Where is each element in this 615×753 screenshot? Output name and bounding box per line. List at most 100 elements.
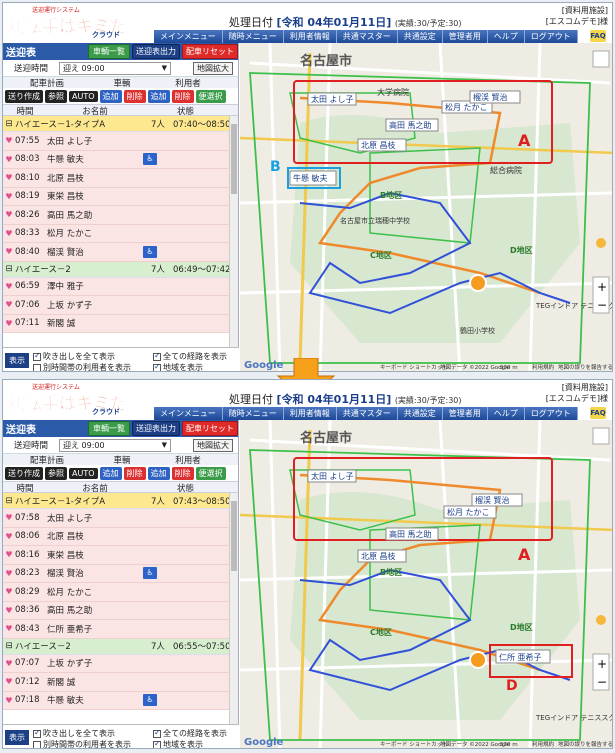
list-item[interactable]: ♥ 07:07 上坂 かず子 [3,654,238,673]
list-item[interactable]: ♥ 08:10 北原 昌枝 [3,169,238,188]
list-item[interactable]: ♥ 08:33 松月 たかこ [3,224,238,243]
list-item[interactable]: ♥ 07:55 太田 よし子 [3,132,238,151]
list-item[interactable]: ♥ 08:16 東栄 昌枝 [3,546,238,565]
reset-button[interactable]: 配車リセット [182,421,238,436]
balloon-kitahara[interactable]: 北原 昌枝 [361,140,396,150]
route-map[interactable]: 名古屋市 大学病院 総合病院 B地区 C地区 D地区 A B TEGインドア テ… [240,43,613,372]
reset-button[interactable]: 配車リセット [182,44,238,59]
list-item[interactable]: ♥ 08:29 松月 たかこ [3,583,238,602]
checkbox-icon[interactable] [153,351,161,361]
auto-button[interactable]: AUTO [69,467,98,479]
balloon-ohta[interactable]: 太田 よし子 [311,94,354,104]
scrollbar[interactable] [229,116,238,370]
opt-balloon[interactable]: 吹き出しを全て表示 [33,728,115,739]
checkbox-icon[interactable] [33,728,41,738]
list-item[interactable]: ♥ 08:23 榴渓 賢治 ♿ [3,564,238,583]
auto-button[interactable]: AUTO [69,90,98,102]
menu-settings[interactable]: 共通設定 [397,30,443,43]
balloon-nisho[interactable]: 仁所 亜希子 [499,652,542,662]
list-item[interactable]: ♥ 07:11 新閣 誠 [3,314,238,333]
scrollbar[interactable] [229,493,238,747]
map-canvas[interactable]: 名古屋市 大学病院 総合病院 B地区 C地区 D地区 A B TEGインドア テ… [240,43,613,372]
menu-master[interactable]: 共通マスター [336,30,398,43]
menu-master[interactable]: 共通マスター [336,407,398,420]
list-item[interactable]: ♥ 07:12 新閣 誠 [3,673,238,692]
menu-adhoc[interactable]: 随時メニュー [222,30,284,43]
balloon-kitahara[interactable]: 北原 昌枝 [361,551,396,561]
user-add-button[interactable]: 追加 [147,89,170,103]
menu-settings[interactable]: 共通設定 [397,407,443,420]
balloon-ohta[interactable]: 太田 よし子 [311,471,354,481]
opt-other-time[interactable]: 別時間帯の利用者を表示 [33,362,131,371]
vehicle-row[interactable]: ⊟ ハイエース－1-タイプA 7人 07:40～08:50 [3,116,238,132]
vehicle-add-button[interactable]: 追加 [99,89,122,103]
list-item[interactable]: ♥ 06:59 澤中 雅子 [3,277,238,296]
menu-admin[interactable]: 管理者用 [442,407,488,420]
reference-button[interactable]: 参照 [45,89,67,103]
route-map[interactable]: 名古屋市 A D B地区 C地区 D地区 TEGインドア テニススクール Goo… [240,420,613,749]
vehicle-row[interactable]: ⊟ ハイエース－2 7人 06:55～07:50 [3,638,238,655]
facility-marker-icon[interactable] [469,274,487,292]
menu-help[interactable]: ヘルプ [487,407,525,420]
zoom-in-icon[interactable]: + [597,280,607,294]
list-item[interactable]: ♥ 08:36 高田 馬之助 [3,601,238,620]
balloon-ryukei[interactable]: 榴渓 賢治 [475,495,510,505]
display-button[interactable]: 表示 [5,730,29,745]
collapse-icon[interactable]: ⊟ [3,641,15,651]
checkbox-icon[interactable] [33,351,41,361]
opt-route[interactable]: 全ての経路を表示 [153,351,227,362]
user-add-button[interactable]: 追加 [147,466,170,480]
balloon-takada[interactable]: 高田 馬之助 [389,120,432,130]
list-item[interactable]: ♥ 07:58 太田 よし子 [3,509,238,528]
checkbox-icon[interactable] [153,739,161,748]
user-delete-button[interactable]: 削除 [171,89,194,103]
vehicle-list-button[interactable]: 車輌一覧 [88,44,130,59]
collapse-icon[interactable]: ⊟ [3,496,15,506]
map-zoom-button[interactable]: 地図拡大 [193,61,233,75]
checkbox-icon[interactable] [33,363,41,371]
time-select[interactable]: 迎え 09:00 ▼ [59,438,171,452]
create-return-button[interactable]: 送り作成 [5,89,43,103]
menu-logout[interactable]: ログアウト [524,407,578,420]
balloon-matsuzuki[interactable]: 松月 たかこ [447,507,490,517]
output-button[interactable]: 送迎表出力 [132,44,180,59]
output-button[interactable]: 送迎表出力 [132,421,180,436]
list-item[interactable]: ♥ 08:19 東栄 昌枝 [3,187,238,206]
menu-logout[interactable]: ログアウト [524,30,578,43]
list-item[interactable]: ♥ 08:06 北原 昌枝 [3,527,238,546]
faq-button[interactable]: FAQ [590,407,606,419]
time-select[interactable]: 迎え 09:00 ▼ [59,61,171,75]
reference-button[interactable]: 参照 [45,466,67,480]
list-item[interactable]: ♥ 07:18 牛懸 敏夫 ♿ [3,691,238,710]
map-canvas[interactable]: 名古屋市 A D B地区 C地区 D地区 TEGインドア テニススクール Goo… [240,420,613,749]
pegman-icon[interactable] [596,238,606,248]
balloon-takada[interactable]: 高田 馬之助 [389,529,432,539]
vehicle-row[interactable]: ⊟ ハイエース－2 7人 06:49～07:42 [3,261,238,278]
menu-main[interactable]: メインメニュー [154,407,223,420]
zoom-out-icon[interactable]: − [597,675,607,689]
menu-main[interactable]: メインメニュー [154,30,223,43]
list-item[interactable]: ♥ 08:03 牛懸 敏夫 ♿ [3,150,238,169]
zoom-out-icon[interactable]: − [597,298,607,312]
menu-admin[interactable]: 管理者用 [442,30,488,43]
vehicle-delete-button[interactable]: 削除 [123,466,146,480]
fullscreen-icon[interactable] [592,427,610,445]
balloon-ushikake[interactable]: 牛懸 敏夫 [293,173,328,183]
opt-area[interactable]: 地域を表示 [153,362,203,371]
opt-balloon[interactable]: 吹き出しを全て表示 [33,351,115,362]
pegman-icon[interactable] [596,615,606,625]
create-return-button[interactable]: 送り作成 [5,466,43,480]
list-item[interactable]: ♥ 08:40 榴渓 賢治 ♿ [3,243,238,262]
display-button[interactable]: 表示 [5,353,29,368]
list-item[interactable]: ♥ 08:26 高田 馬之助 [3,206,238,225]
map-zoom-button[interactable]: 地図拡大 [193,438,233,452]
opt-route[interactable]: 全ての経路を表示 [153,728,227,739]
list-item[interactable]: ♥ 08:43 仁所 亜希子 [3,620,238,639]
trip-select-button[interactable]: 便選択 [195,89,226,103]
menu-help[interactable]: ヘルプ [487,30,525,43]
faq-button[interactable]: FAQ [590,30,606,42]
trip-select-button[interactable]: 便選択 [195,466,226,480]
checkbox-icon[interactable] [153,362,161,371]
list-item[interactable]: ♥ 07:06 上坂 かず子 [3,296,238,315]
collapse-icon[interactable]: ⊟ [3,264,15,274]
